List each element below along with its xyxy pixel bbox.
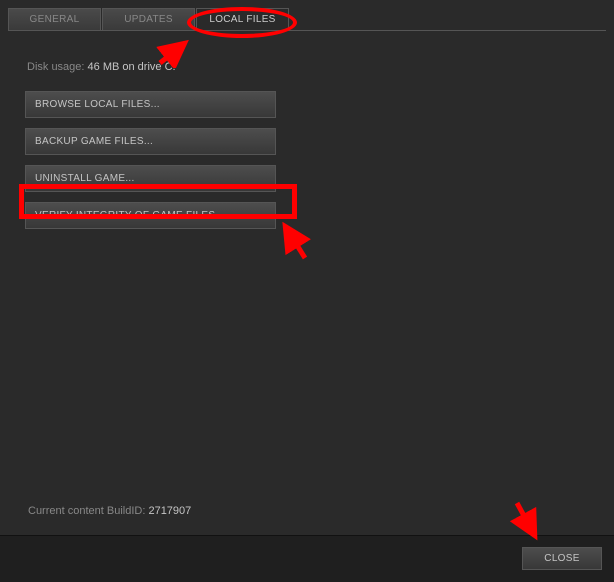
- build-label: Current content BuildID:: [28, 505, 148, 517]
- disk-usage-label: Disk usage: 46 MB on drive C:: [27, 61, 589, 73]
- footer: CLOSE: [0, 535, 614, 582]
- disk-usage-text: Disk usage:: [27, 61, 88, 73]
- backup-game-files-button[interactable]: BACKUP GAME FILES...: [25, 128, 276, 155]
- browse-local-files-button[interactable]: BROWSE LOCAL FILES...: [25, 91, 276, 118]
- tab-updates[interactable]: UPDATES: [102, 8, 195, 30]
- tab-local-files[interactable]: LOCAL FILES: [196, 8, 289, 30]
- disk-usage-value: 46 MB on drive C:: [88, 61, 176, 73]
- build-value: 2717907: [148, 505, 191, 517]
- tab-general[interactable]: GENERAL: [8, 8, 101, 30]
- uninstall-game-button[interactable]: UNINSTALL GAME...: [25, 165, 276, 192]
- verify-integrity-button[interactable]: VERIFY INTEGRITY OF GAME FILES...: [25, 202, 276, 229]
- content-area: Disk usage: 46 MB on drive C: BROWSE LOC…: [0, 31, 614, 254]
- build-info: Current content BuildID: 2717907: [28, 505, 191, 517]
- close-button[interactable]: CLOSE: [522, 547, 602, 570]
- tabs-bar: GENERAL UPDATES LOCAL FILES: [8, 8, 606, 31]
